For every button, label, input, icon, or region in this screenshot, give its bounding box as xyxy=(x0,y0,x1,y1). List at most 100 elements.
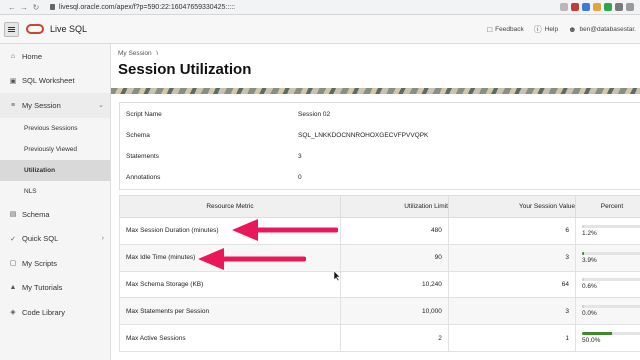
sidebar-item-schema[interactable]: ▤ Schema xyxy=(0,202,110,227)
percent-bar-fill xyxy=(582,278,585,282)
extension-icons xyxy=(560,3,634,11)
decorative-banner xyxy=(111,88,640,94)
cell-limit: 2 xyxy=(340,324,449,352)
lock-icon xyxy=(50,4,55,10)
worksheet-icon: ▣ xyxy=(9,77,17,85)
forward-icon[interactable]: → xyxy=(18,3,30,12)
wrench-icon: ✓ xyxy=(10,235,16,243)
cell-value: 6 xyxy=(447,217,577,245)
sidebar-item-quick-sql[interactable]: ✓ Quick SQL › xyxy=(0,226,110,251)
library-icon: ◈ xyxy=(10,309,16,317)
sidebar-item-code-library[interactable]: ◈ Code Library xyxy=(0,300,110,325)
help-link[interactable]: ⓘ Help xyxy=(534,24,558,35)
table-row: Max Active Sessions 2 1 50.0% xyxy=(118,324,640,352)
cell-percent: 3.9% xyxy=(575,243,640,272)
browser-address-bar: ← → ↻ livesql.oracle.com/apex/f?p=590:22… xyxy=(0,0,640,15)
cell-percent: 1.2% xyxy=(575,217,640,245)
column-header-utilization-limit[interactable]: Utilization Limit xyxy=(340,195,449,218)
puzzle-icon[interactable] xyxy=(626,3,634,11)
percent-bar-fill xyxy=(582,305,585,309)
cell-value: 1 xyxy=(447,324,577,352)
breadcrumb-my-session[interactable]: My Session xyxy=(118,50,152,57)
hamburger-icon xyxy=(8,26,15,32)
percent-label: 1.2% xyxy=(582,229,597,237)
back-icon[interactable]: ← xyxy=(6,3,18,12)
percent-label: 0.0% xyxy=(582,310,597,318)
percent-bar xyxy=(582,251,640,255)
percent-label: 0.6% xyxy=(582,283,597,291)
oracle-logo[interactable] xyxy=(26,24,44,34)
extension-icon[interactable] xyxy=(582,3,590,11)
url-text: livesql.oracle.com/apex/f?p=590:22:16047… xyxy=(59,3,236,11)
table-row: Max Statements per Session 10,000 3 0.0% xyxy=(118,297,640,326)
cell-value: 3 xyxy=(447,297,577,326)
page-title: Session Utilization xyxy=(118,61,252,78)
app-title[interactable]: Live SQL xyxy=(50,24,87,34)
extension-icon[interactable] xyxy=(571,3,579,11)
cell-limit: 10,240 xyxy=(340,270,449,299)
column-header-percent[interactable]: Percent xyxy=(575,195,640,218)
home-icon: ⌂ xyxy=(10,52,16,60)
sidebar-item-sql-worksheet[interactable]: ▣ SQL Worksheet xyxy=(0,69,110,94)
column-header-resource-metric[interactable]: Resource Metric xyxy=(118,195,342,218)
sidebar-item-previous-sessions[interactable]: Previous Sessions xyxy=(0,118,110,139)
reload-icon[interactable]: ↻ xyxy=(30,3,42,12)
scripts-icon: ▢ xyxy=(9,260,17,268)
list-icon: ≡ xyxy=(10,101,16,109)
extension-icon[interactable] xyxy=(604,3,612,11)
sidebar-item-previously-viewed[interactable]: Previously Viewed xyxy=(0,139,110,160)
percent-bar-fill xyxy=(582,332,612,336)
percent-bar xyxy=(582,224,640,228)
sidebar-item-my-tutorials[interactable]: ▲ My Tutorials xyxy=(0,276,110,301)
schema-icon: ▤ xyxy=(9,211,17,219)
user-icon: ☻ xyxy=(568,25,577,34)
cell-metric: Max Active Sessions xyxy=(118,324,342,352)
annotation-arrow xyxy=(198,248,306,270)
sidebar-item-home[interactable]: ⌂ Home xyxy=(0,44,110,69)
cell-value: 64 xyxy=(447,270,577,299)
breadcrumb: My Session \ xyxy=(118,50,158,57)
table-row: Max Session Duration (minutes) 480 6 1.2% xyxy=(118,217,640,245)
cell-metric: Max Schema Storage (KB) xyxy=(118,270,342,299)
tutorials-icon: ▲ xyxy=(9,284,17,292)
chevron-right-icon[interactable]: › xyxy=(102,235,104,242)
sidebar-item-utilization[interactable]: Utilization xyxy=(0,159,110,181)
cell-value: 3 xyxy=(447,243,577,272)
breadcrumb-separator: \ xyxy=(156,50,159,57)
user-menu[interactable]: ☻ ben@databasestar. xyxy=(568,25,636,34)
mouse-cursor-icon xyxy=(334,271,341,281)
cell-percent: 50.0% xyxy=(575,324,640,352)
sidebar: ⌂ Home ▣ SQL Worksheet ≡ My Session ⌄ Pr… xyxy=(0,44,111,360)
percent-label: 50.0% xyxy=(582,337,601,345)
column-header-session-value[interactable]: Your Session Value xyxy=(447,195,577,218)
star-icon[interactable] xyxy=(560,3,568,11)
percent-bar-fill xyxy=(582,224,585,228)
utilization-table: Resource Metric Utilization Limit Your S… xyxy=(118,195,640,352)
cell-limit: 90 xyxy=(340,243,449,272)
help-icon: ⓘ xyxy=(533,25,542,34)
percent-bar xyxy=(582,305,640,309)
feedback-link[interactable]: □ Feedback xyxy=(487,25,523,34)
percent-label: 3.9% xyxy=(582,256,597,264)
menu-toggle-button[interactable] xyxy=(4,21,19,37)
chevron-down-icon[interactable]: ⌄ xyxy=(98,101,104,109)
session-info-panel: Script Name Session 02 Schema SQL_LNKKDO… xyxy=(119,102,640,190)
percent-bar xyxy=(582,278,640,282)
sidebar-item-nls[interactable]: NLS xyxy=(0,181,110,202)
cell-limit: 10,000 xyxy=(340,297,449,326)
percent-bar xyxy=(582,332,640,336)
extension-icon[interactable] xyxy=(615,3,623,11)
sidebar-item-my-session[interactable]: ≡ My Session ⌄ xyxy=(0,93,110,118)
app-header: Live SQL □ Feedback ⓘ Help ☻ ben@databas… xyxy=(0,15,640,44)
annotation-arrow xyxy=(232,219,338,241)
table-row: Max Schema Storage (KB) 10,240 64 0.6% xyxy=(118,270,640,299)
cell-limit: 480 xyxy=(340,217,449,245)
chat-icon: □ xyxy=(487,25,493,34)
percent-bar-fill xyxy=(582,251,585,255)
cell-percent: 0.0% xyxy=(575,297,640,326)
cell-metric: Max Statements per Session xyxy=(118,297,342,326)
extension-icon[interactable] xyxy=(593,3,601,11)
sidebar-item-my-scripts[interactable]: ▢ My Scripts xyxy=(0,251,110,276)
url-field[interactable]: livesql.oracle.com/apex/f?p=590:22:16047… xyxy=(50,4,235,11)
table-header-row: Resource Metric Utilization Limit Your S… xyxy=(118,195,640,218)
